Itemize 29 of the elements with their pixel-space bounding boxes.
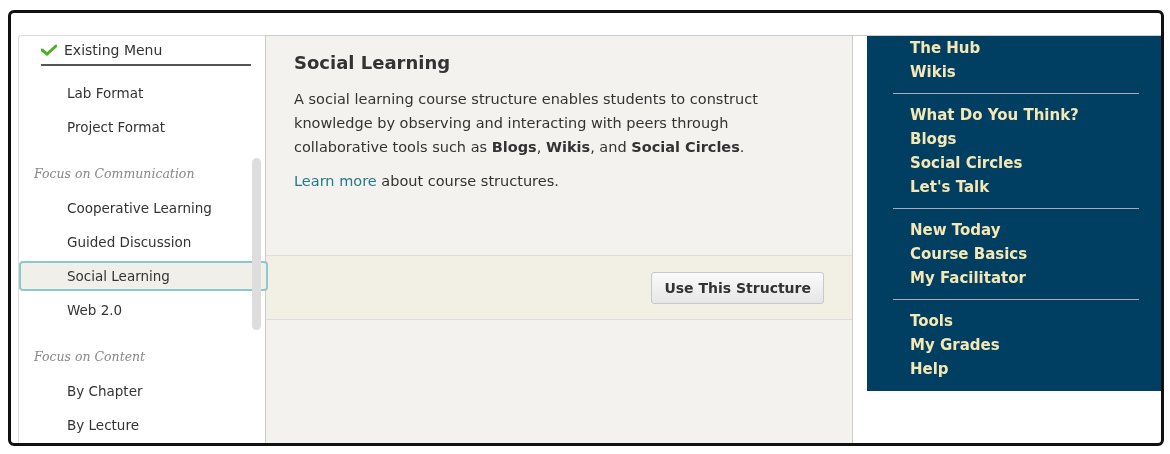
structure-item[interactable]: Web 2.0: [19, 293, 265, 327]
use-structure-button[interactable]: Use This Structure: [651, 271, 824, 304]
scrollbar[interactable]: [252, 158, 261, 330]
menu-preview-item: Help: [910, 359, 950, 380]
group-heading: Focus on Communication: [33, 165, 196, 183]
menu-preview-item: The Hub: [910, 38, 982, 59]
menu-preview-item: Course Basics: [910, 244, 1029, 265]
menu-preview-item: Social Circles: [910, 153, 1024, 174]
menu-preview-item: My Grades: [910, 335, 1001, 356]
learn-more-text: about course structures.: [381, 173, 559, 189]
menu-preview-item: Blogs: [910, 129, 958, 150]
structure-item[interactable]: Lab Format: [19, 76, 265, 110]
structure-item[interactable]: Project Format: [19, 110, 265, 144]
structure-item[interactable]: By Lecture: [19, 408, 265, 442]
existing-menu-item[interactable]: Existing Menu: [41, 40, 251, 66]
group-heading: Focus on Content: [33, 348, 147, 366]
menu-preview-item: My Facilitator: [910, 268, 1027, 289]
menu-preview-item: What Do You Think?: [910, 105, 1080, 126]
structure-item[interactable]: Guided Discussion: [19, 225, 265, 259]
learn-more-link[interactable]: Learn more: [294, 173, 377, 189]
menu-preview-item: New Today: [910, 220, 1002, 241]
structure-title: Social Learning: [294, 52, 452, 73]
menu-preview-item: Let's Talk: [910, 177, 991, 198]
menu-preview-item: Tools: [910, 311, 954, 332]
structure-item[interactable]: Social Learning: [19, 261, 268, 291]
menu-preview-item: Wikis: [910, 62, 957, 83]
structure-item[interactable]: By Chapter: [19, 374, 265, 408]
structure-item[interactable]: Cooperative Learning: [19, 191, 265, 225]
structure-description: A social learning course structure enables students to construct knowledge by observing and interacting with peers through collaborative tools such as Blogs, Wikis, and Social Circles.: [294, 90, 759, 157]
